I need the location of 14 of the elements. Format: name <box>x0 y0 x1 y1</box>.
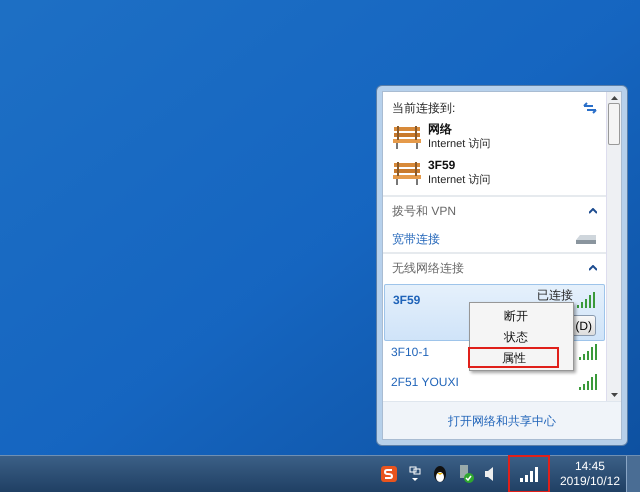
network-name: 3F59 <box>393 292 420 309</box>
header-label: 当前连接到: <box>392 100 456 116</box>
network-name: 3F10-1 <box>391 344 430 361</box>
access-label: Internet 访问 <box>428 137 490 152</box>
network-name: 2F51 YOUXI <box>391 374 459 391</box>
network-name: 网络 <box>428 122 453 137</box>
clock-date: 2019/10/12 <box>560 474 620 489</box>
section-title: 无线网络连接 <box>392 260 464 277</box>
network-name: 3F59 <box>428 158 456 173</box>
connection-name: 宽带连接 <box>392 230 440 248</box>
access-label: Internet 访问 <box>428 173 490 188</box>
section-title: 拨号和 VPN <box>392 203 456 220</box>
clock-time: 14:45 <box>574 459 605 474</box>
status-label: 已连接 <box>537 289 573 301</box>
